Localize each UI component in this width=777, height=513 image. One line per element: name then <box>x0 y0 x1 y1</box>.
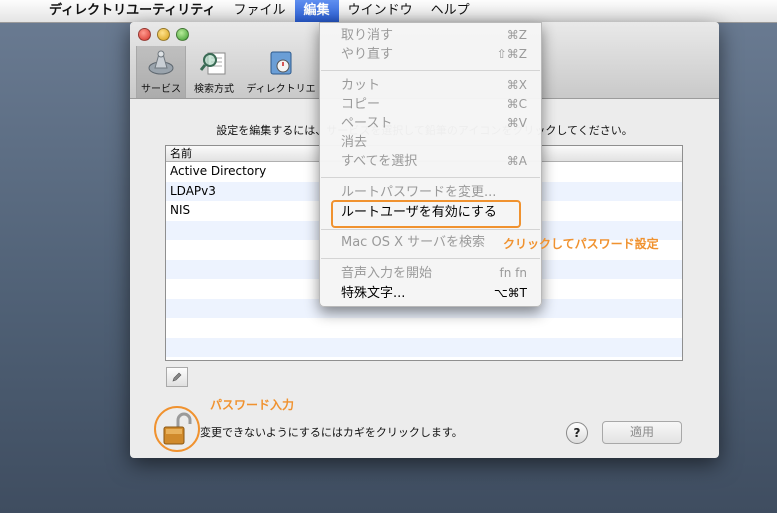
toolbar-services-button[interactable]: サービス <box>136 46 186 98</box>
click-annotation: クリックしてパスワード設定 <box>503 237 659 251</box>
menu-item-label: 消去 <box>341 135 368 150</box>
menu-item-shortcut: ⌘A <box>506 154 527 168</box>
unlocked-padlock-icon <box>163 412 192 445</box>
menu-item-label: 取り消す <box>341 28 394 43</box>
menu-item-shortcut: ⌘X <box>506 78 527 92</box>
toolbar-search-policy-button[interactable]: 検索方式 <box>188 46 240 98</box>
menu-item-label: カット <box>341 78 381 93</box>
menu-separator <box>321 177 540 178</box>
toolbar-directory-editor-label: ディレクトリエ <box>246 84 316 95</box>
menu-item-label: コピー <box>341 97 381 112</box>
services-icon <box>148 50 174 75</box>
menu-item-shortcut: ⌘Z <box>506 28 527 42</box>
menu-edit[interactable]: 編集 <box>294 0 339 22</box>
toolbar-directory-editor-button[interactable]: ディレクトリエ <box>244 46 318 98</box>
window-controls <box>138 28 189 41</box>
menu-item-shortcut: fn fn <box>499 266 527 280</box>
menu-window[interactable]: ウインドウ <box>339 0 422 22</box>
menu-item-shortcut: ⌘C <box>506 97 527 111</box>
search-policy-icon <box>199 52 226 75</box>
password-annotation: パスワード入力 <box>210 398 295 412</box>
toolbar-services-label: サービス <box>141 84 181 95</box>
close-button[interactable] <box>138 28 151 41</box>
minimize-button[interactable] <box>157 28 170 41</box>
menu-item-copy[interactable]: コピー ⌘C <box>320 95 541 114</box>
edit-menu-dropdown: 取り消す ⌘Z やり直す ⇧⌘Z カット ⌘X コピー ⌘C ペースト ⌘V 消… <box>319 22 542 307</box>
menu-item-paste[interactable]: ペースト ⌘V <box>320 114 541 133</box>
menu-item-label: Mac OS X サーバを検索 <box>341 235 485 250</box>
menu-separator <box>321 258 540 259</box>
apply-button[interactable]: 適用 <box>602 421 682 444</box>
menu-bar: ディレクトリユーティリティ ファイル 編集 ウインドウ ヘルプ <box>0 0 777 23</box>
menu-item-label: すべてを選択 <box>341 154 418 169</box>
menu-separator <box>321 70 540 71</box>
menu-item-cut[interactable]: カット ⌘X <box>320 76 541 95</box>
toolbar-search-policy-label: 検索方式 <box>194 84 234 95</box>
menu-item-shortcut: ⇧⌘Z <box>496 47 527 61</box>
directory-editor-icon <box>270 51 292 75</box>
menu-item-undo[interactable]: 取り消す ⌘Z <box>320 26 541 45</box>
menu-item-redo[interactable]: やり直す ⇧⌘Z <box>320 45 541 64</box>
menu-item-label: 特殊文字... <box>341 286 406 301</box>
empty-row <box>166 318 682 338</box>
menu-item-label: ペースト <box>341 116 393 131</box>
menu-app[interactable]: ディレクトリユーティリティ <box>40 0 225 22</box>
menu-item-label: やり直す <box>341 47 394 62</box>
menu-separator <box>321 229 540 230</box>
menu-item-start-dictation[interactable]: 音声入力を開始 fn fn <box>320 264 541 283</box>
menu-item-special-characters[interactable]: 特殊文字... ⌥⌘T <box>320 284 541 303</box>
menu-help[interactable]: ヘルプ <box>422 0 479 22</box>
pencil-icon <box>172 372 182 382</box>
help-button[interactable]: ? <box>566 422 588 444</box>
highlight-box <box>331 200 521 228</box>
menu-item-shortcut: ⌘V <box>506 116 527 130</box>
lock-description: 変更できないようにするにはカギをクリックします。 <box>200 426 463 439</box>
menu-item-delete[interactable]: 消去 <box>320 133 541 152</box>
lock-button[interactable] <box>154 406 200 452</box>
menu-item-label: 音声入力を開始 <box>341 266 433 281</box>
zoom-button[interactable] <box>176 28 189 41</box>
empty-row <box>166 337 682 357</box>
edit-service-button[interactable] <box>166 367 188 387</box>
menu-item-select-all[interactable]: すべてを選択 ⌘A <box>320 152 541 171</box>
menu-file[interactable]: ファイル <box>225 0 295 22</box>
menu-item-shortcut: ⌥⌘T <box>493 286 527 300</box>
